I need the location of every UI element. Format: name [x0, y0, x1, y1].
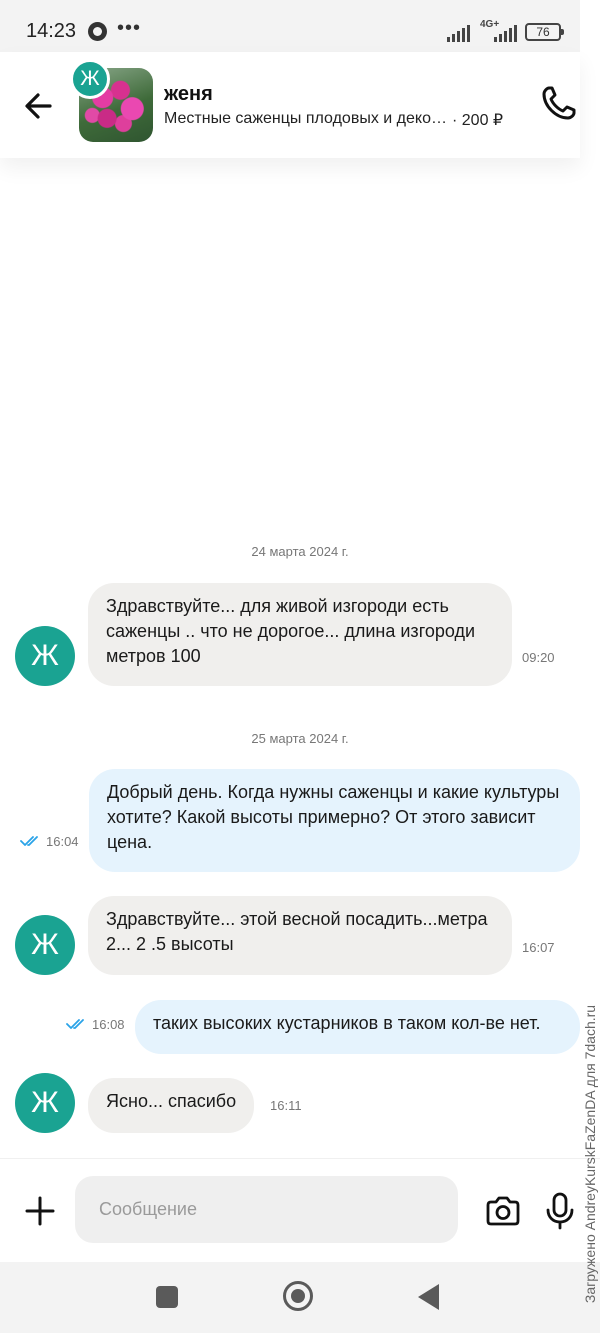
message-composer [0, 1158, 600, 1262]
notification-icon [88, 22, 107, 41]
plus-icon[interactable] [20, 1191, 60, 1231]
system-back-icon[interactable] [418, 1284, 439, 1310]
chat-header: Ж женя Местные саженцы плодовых и деко… … [0, 52, 580, 158]
incoming-message[interactable]: Ясно... спасибо [88, 1078, 255, 1133]
sender-avatar[interactable]: Ж [15, 1073, 75, 1133]
message-status: 16:04 [20, 834, 79, 849]
incoming-message[interactable]: Здравствуйте... этой весной посадить...м… [88, 896, 512, 975]
watermark-text: Загружено AndreyKurskFaZenDA для 7dach.r… [582, 1004, 598, 1304]
back-arrow-icon[interactable] [20, 86, 60, 126]
contact-avatar[interactable]: Ж [70, 59, 110, 99]
home-icon[interactable] [283, 1281, 313, 1311]
outgoing-message[interactable]: таких высоких кустарников в таком кол-ве… [135, 1000, 580, 1054]
listing-price: · 200 ₽ [452, 112, 504, 129]
signal-icon-secondary [494, 24, 517, 42]
status-bar: 14:23 ••• 4G+ 76 [0, 0, 580, 52]
double-check-icon [20, 836, 38, 846]
incoming-message[interactable]: Здравствуйте... для живой изгороди есть … [88, 583, 512, 686]
double-check-icon [66, 1019, 84, 1029]
more-notifications-icon: ••• [117, 17, 142, 39]
message-time: 09:20 [522, 650, 555, 665]
system-nav-bar [0, 1262, 600, 1333]
date-separator: 24 марта 2024 г. [251, 544, 349, 559]
outgoing-message[interactable]: Добрый день. Когда нужны саженцы и какие… [89, 769, 580, 872]
date-separator: 25 марта 2024 г. [251, 731, 349, 746]
recent-apps-icon[interactable] [156, 1286, 178, 1308]
phone-icon[interactable] [540, 84, 578, 122]
message-time: 16:08 [92, 1017, 125, 1032]
battery-icon: 76 [525, 23, 564, 41]
message-input[interactable] [75, 1176, 458, 1243]
status-time: 14:23 [26, 20, 77, 42]
camera-icon[interactable] [484, 1192, 522, 1230]
sender-avatar[interactable]: Ж [15, 626, 75, 686]
signal-icon [447, 24, 470, 42]
microphone-icon[interactable] [543, 1191, 577, 1231]
contact-name[interactable]: женя [164, 83, 213, 106]
message-time: 16:07 [522, 940, 555, 955]
sender-avatar[interactable]: Ж [15, 915, 75, 975]
message-time: 16:11 [270, 1098, 302, 1113]
message-time: 16:04 [46, 834, 79, 849]
listing-title[interactable]: Местные саженцы плодовых и деко… [164, 110, 448, 128]
watermark: Загружено AndreyKurskFaZenDA для 7dach.r… [580, 975, 600, 1333]
message-status: 16:08 [66, 1017, 125, 1032]
